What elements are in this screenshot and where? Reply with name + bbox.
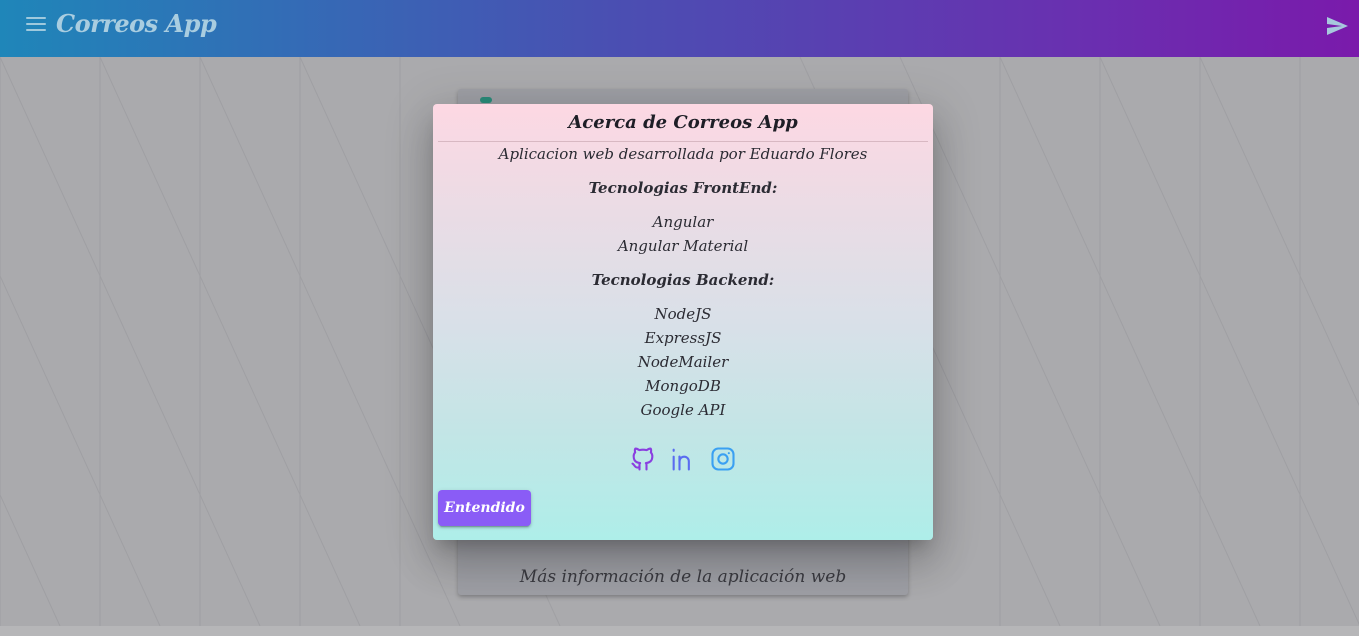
about-dialog: Acerca de Correos App Aplicacion web des… [433, 104, 933, 540]
card-header-mark [480, 97, 492, 103]
dialog-subtitle: Aplicacion web desarrollada por Eduardo … [498, 145, 868, 163]
info-card-caption: Más información de la aplicación web [519, 567, 847, 587]
top-toolbar: Correos App [0, 0, 1359, 57]
backend-item: Google API [640, 401, 726, 419]
send-icon[interactable] [1325, 14, 1349, 38]
page-bottom-strip [0, 626, 1359, 636]
confirm-button[interactable]: Entendido [438, 490, 531, 526]
backend-item: ExpressJS [644, 329, 722, 347]
frontend-item: Angular Material [617, 237, 749, 255]
app-title: Correos App [56, 9, 217, 38]
social-links [433, 444, 933, 474]
menu-icon[interactable] [26, 17, 46, 33]
frontend-heading: Tecnologias FrontEnd: [588, 179, 778, 197]
backend-item: NodeJS [654, 305, 712, 323]
backend-heading: Tecnologias Backend: [591, 271, 775, 289]
frontend-item: Angular [652, 213, 714, 231]
dialog-title: Acerca de Correos App [438, 108, 928, 142]
instagram-icon[interactable] [709, 444, 737, 474]
backend-item: MongoDB [645, 377, 721, 395]
linkedin-icon[interactable] [669, 444, 697, 474]
github-icon[interactable] [629, 444, 657, 474]
backend-item: NodeMailer [637, 353, 729, 371]
